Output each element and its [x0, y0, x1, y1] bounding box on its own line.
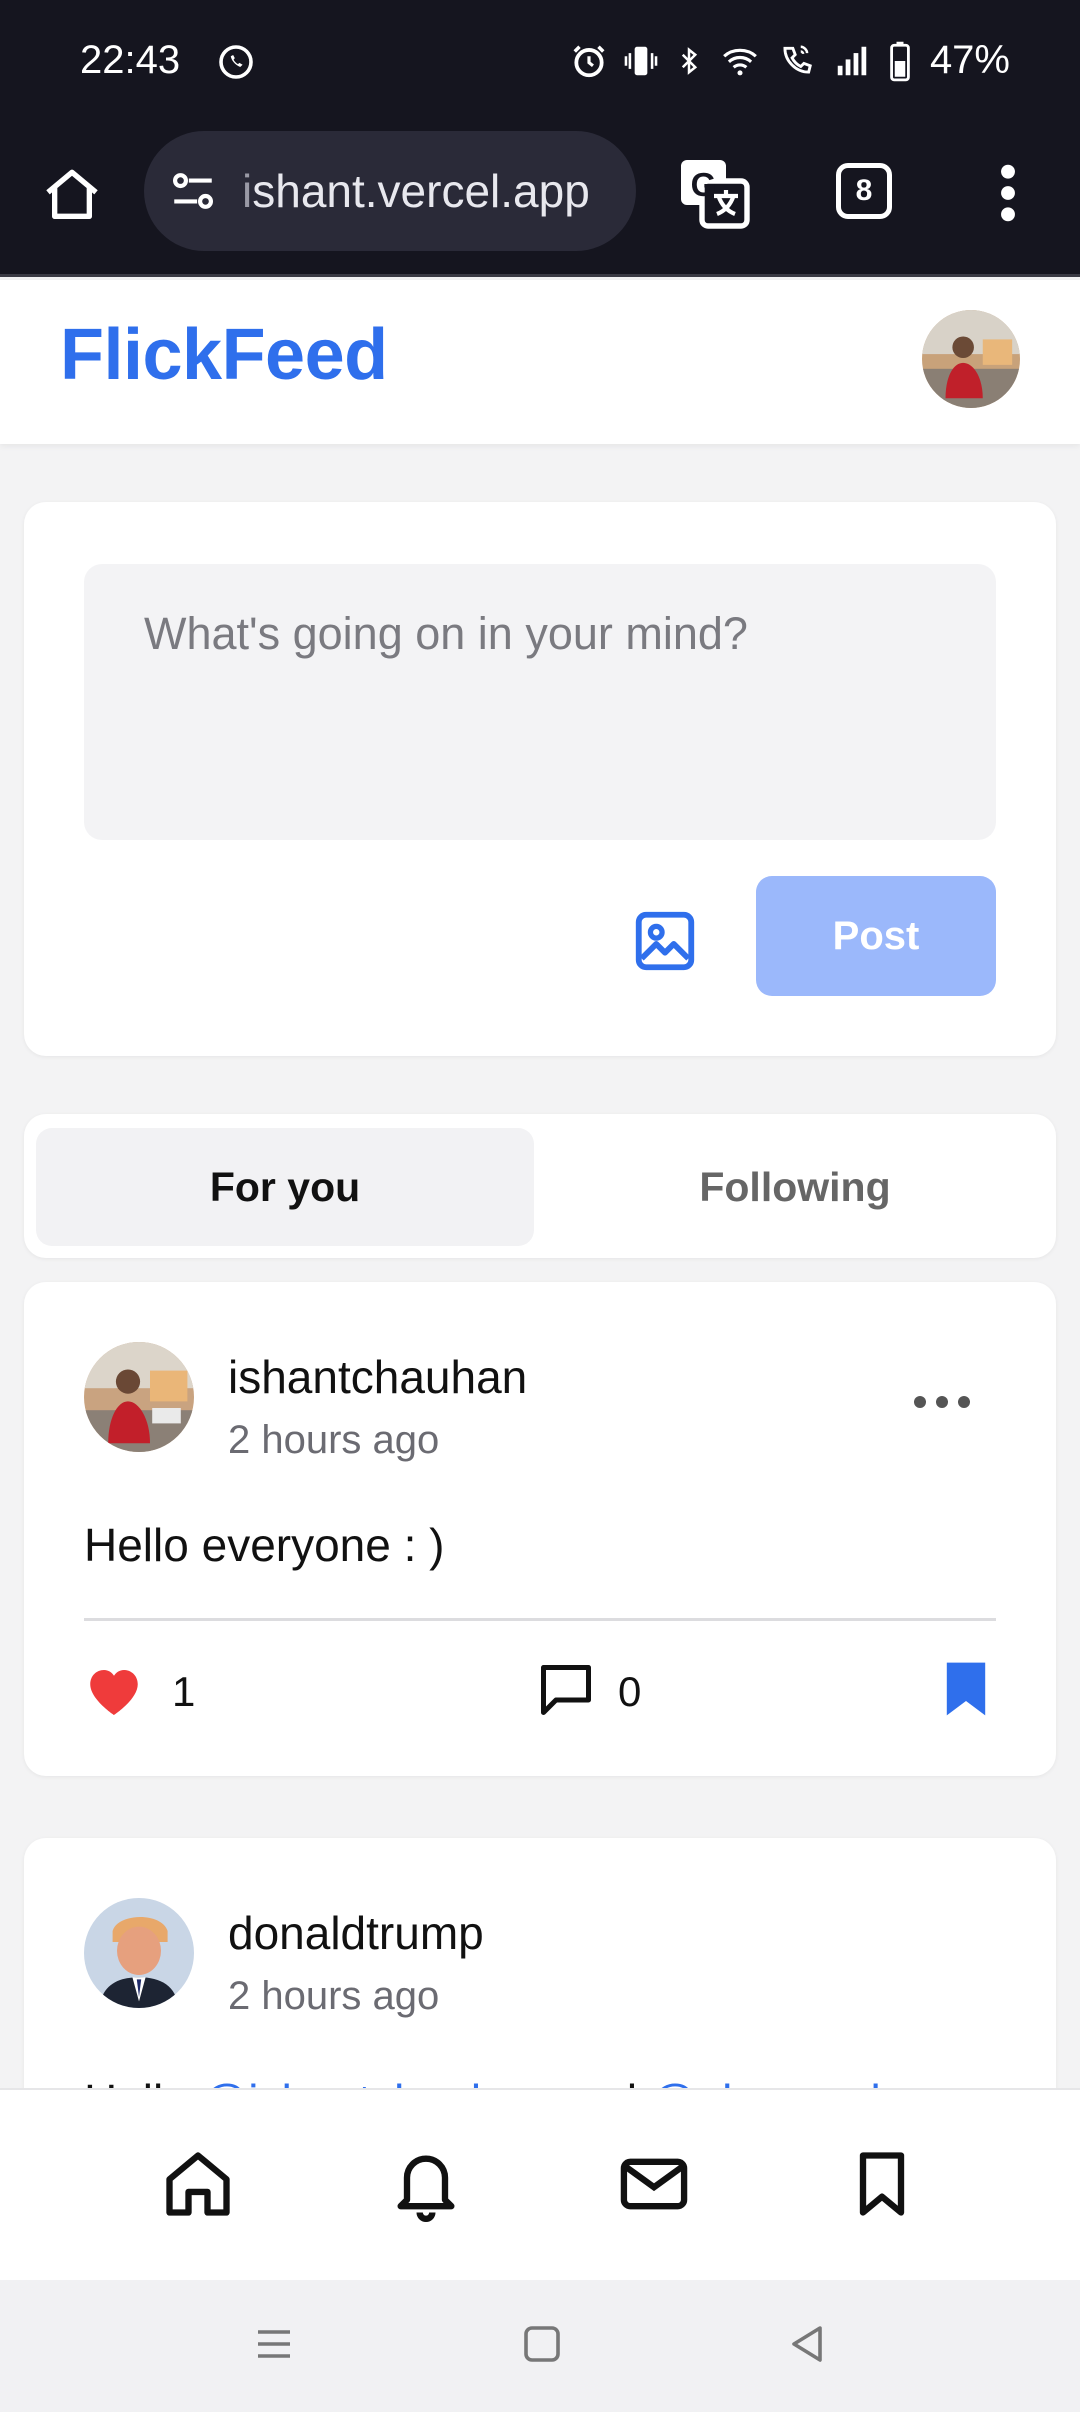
tab-following[interactable]: Following [546, 1128, 1044, 1246]
messages-icon[interactable] [616, 2144, 692, 2224]
post-username[interactable]: ishantchauhan [228, 1350, 527, 1404]
url-text: ishant.vercel.app [242, 164, 590, 218]
feed-tabs: For you Following [24, 1114, 1056, 1258]
tab-for-you[interactable]: For you [36, 1128, 534, 1246]
add-image-icon[interactable] [630, 906, 700, 976]
post-actions: 1 0 [84, 1658, 996, 1738]
home-icon[interactable] [40, 163, 104, 227]
bookmarks-icon[interactable] [844, 2144, 920, 2224]
avatar-photo [84, 1898, 194, 2008]
app-header: FlickFeed [0, 280, 1080, 444]
post-body: Hello everyone : ) [84, 1519, 445, 1571]
screen: 22:43 47% ishant.vercel.app G 8 FlickFee… [0, 0, 1080, 2412]
bottom-navigation [0, 2088, 1080, 2280]
home-icon[interactable] [160, 2144, 236, 2224]
wifi-icon [723, 48, 757, 75]
translate-icon[interactable]: G [678, 157, 750, 229]
post-username[interactable]: donaldtrump [228, 1906, 484, 1960]
signal-icon [837, 46, 867, 75]
recents-icon[interactable] [250, 2320, 298, 2368]
site-settings-icon[interactable] [168, 166, 218, 216]
bookmark-icon[interactable] [942, 1660, 990, 1718]
svg-text:G: G [691, 166, 717, 203]
battery-icon [890, 41, 910, 81]
address-bar[interactable]: ishant.vercel.app [144, 131, 636, 251]
notifications-icon[interactable] [388, 2144, 464, 2224]
status-time: 22:43 [80, 38, 181, 82]
vibrate-icon [624, 46, 658, 75]
post-author-avatar[interactable] [84, 1342, 194, 1452]
browser-toolbar: ishant.vercel.app G 8 [0, 125, 1080, 277]
comment-icon[interactable] [536, 1660, 596, 1720]
avatar-photo [84, 1342, 194, 1452]
alarm-icon [573, 45, 605, 77]
post-button[interactable]: Post [756, 876, 996, 996]
comment-count: 0 [618, 1668, 642, 1715]
like-count: 1 [172, 1668, 196, 1715]
home-square-icon[interactable] [518, 2320, 566, 2368]
battery-percent: 47% [929, 38, 1010, 82]
status-icons: 47% [570, 38, 1010, 83]
heart-icon[interactable] [84, 1662, 144, 1718]
url-faded: i [242, 165, 253, 217]
post-card: ishantchauhan 2 hours ago Hello everyone… [24, 1282, 1056, 1776]
compose-card: Post [24, 502, 1056, 1056]
user-avatar[interactable] [922, 310, 1020, 408]
post-author-avatar[interactable] [84, 1898, 194, 2008]
more-vert-icon[interactable] [996, 161, 1020, 225]
avatar-photo [922, 310, 1020, 408]
tab-switcher-button[interactable]: 8 [836, 163, 892, 219]
system-navigation [0, 2280, 1080, 2412]
status-bar: 22:43 47% [0, 0, 1080, 125]
divider [84, 1618, 996, 1621]
whatsapp-icon [219, 45, 253, 79]
post-compose-input[interactable] [84, 564, 996, 840]
bluetooth-icon [681, 46, 698, 75]
back-icon[interactable] [784, 2320, 832, 2368]
wifi-calling-icon [783, 44, 812, 74]
app-logo[interactable]: FlickFeed [60, 314, 388, 396]
more-horiz-icon[interactable] [912, 1392, 972, 1412]
post-timestamp: 2 hours ago [228, 1974, 440, 2018]
url-rest: shant.vercel.app [252, 165, 590, 217]
post-timestamp: 2 hours ago [228, 1418, 440, 1462]
